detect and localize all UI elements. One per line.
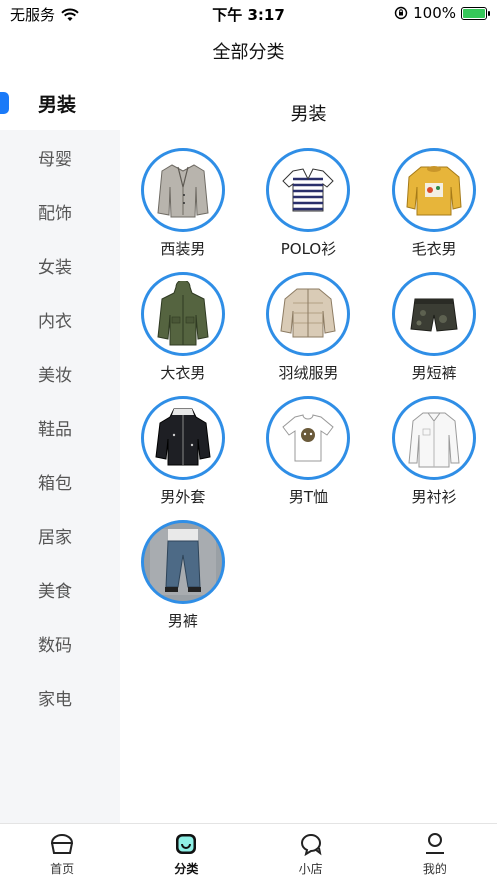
sidebar-item-label: 美食 — [38, 581, 72, 602]
category-sidebar: 男装 母婴 配饰 女装 内衣 美妆 鞋品 箱包 居家 美食 数码 家电 — [0, 76, 120, 823]
sidebar-item-label: 内衣 — [38, 311, 72, 332]
sidebar-item-shoes[interactable]: 鞋品 — [0, 400, 120, 454]
subcategory-outerwear[interactable]: 男外套 — [120, 396, 246, 508]
battery-percent: 100% — [413, 4, 456, 22]
category-icon — [176, 833, 197, 854]
sidebar-item-underwear[interactable]: 内衣 — [0, 292, 120, 346]
sidebar-item-womenswear[interactable]: 女装 — [0, 238, 120, 292]
thumbnail — [140, 272, 225, 356]
down-jacket-icon — [280, 288, 337, 338]
tab-label: 分类 — [174, 861, 199, 876]
subcategory-shirt[interactable]: 男衬衫 — [371, 396, 497, 508]
tab-bar: 首页 分类 小店 我的 — [0, 823, 497, 883]
sidebar-item-label: 男装 — [38, 93, 77, 116]
thumbnail — [392, 272, 477, 356]
subcategory-label: 羽绒服男 — [278, 364, 339, 382]
subcategory-label: 男衬衫 — [411, 488, 457, 506]
jacket-icon — [155, 408, 211, 466]
category-content: 男装 西装男 POLO衫 毛衣男 大衣男 羽绒服男 男短裤 男外套 男T恤 男衬… — [120, 76, 497, 823]
profile-icon — [425, 832, 444, 854]
subcategory-label: 男外套 — [160, 488, 206, 506]
subcategory-overcoat[interactable]: 大衣男 — [120, 272, 246, 384]
thumbnail — [266, 272, 351, 356]
shop-chat-icon — [300, 833, 322, 856]
subcategory-sweater[interactable]: 毛衣男 — [371, 148, 497, 260]
thumbnail — [392, 396, 477, 480]
sidebar-item-baby[interactable]: 母婴 — [0, 130, 120, 184]
subcategory-label: 毛衣男 — [411, 240, 457, 258]
sidebar-item-food[interactable]: 美食 — [0, 562, 120, 616]
jeans-icon — [149, 529, 216, 595]
sidebar-item-label: 数码 — [38, 635, 72, 656]
sidebar-item-digital[interactable]: 数码 — [0, 616, 120, 670]
tab-label: 首页 — [50, 861, 75, 876]
subcategory-label: 男T恤 — [288, 488, 329, 506]
subcategory-label: 男短裤 — [411, 364, 457, 382]
sidebar-item-home[interactable]: 居家 — [0, 508, 120, 562]
thumbnail — [140, 520, 225, 604]
nav-bar: 全部分类 — [0, 26, 497, 76]
sidebar-item-appliances[interactable]: 家电 — [0, 670, 120, 724]
subcategory-label: 大衣男 — [160, 364, 206, 382]
blazer-icon — [157, 164, 209, 218]
subcategory-down-jacket[interactable]: 羽绒服男 — [246, 272, 372, 384]
subcategory-blazer[interactable]: 西装男 — [120, 148, 246, 260]
sidebar-item-label: 箱包 — [38, 473, 72, 494]
orientation-lock-icon — [394, 6, 408, 20]
tab-home[interactable]: 首页 — [0, 824, 124, 883]
thumbnail — [140, 396, 225, 480]
sidebar-item-menswear[interactable]: 男装 — [0, 76, 120, 130]
polo-shirt-icon — [282, 168, 335, 212]
sidebar-item-accessories[interactable]: 配饰 — [0, 184, 120, 238]
section-title: 男装 — [290, 104, 327, 125]
status-bar: 无服务 下午 3:17 100% — [0, 0, 497, 26]
sidebar-item-bags[interactable]: 箱包 — [0, 454, 120, 508]
thumbnail — [266, 148, 351, 232]
subcategory-polo[interactable]: POLO衫 — [246, 148, 372, 260]
sidebar-item-label: 美妆 — [38, 365, 72, 386]
subcategory-grid: 西装男 POLO衫 毛衣男 大衣男 羽绒服男 男短裤 男外套 男T恤 男衬衫 男… — [120, 148, 497, 632]
subcategory-label: 西装男 — [160, 240, 206, 258]
subcategory-shorts[interactable]: 男短裤 — [371, 272, 497, 384]
subcategory-label: POLO衫 — [280, 240, 337, 258]
sweater-icon — [406, 166, 462, 216]
dress-shirt-icon — [408, 412, 460, 468]
shorts-icon — [410, 298, 458, 332]
home-icon — [51, 833, 74, 854]
thumbnail — [266, 396, 351, 480]
tab-label: 小店 — [298, 861, 323, 876]
subcategory-pants[interactable]: 男裤 — [120, 520, 246, 632]
coat-icon — [157, 281, 209, 346]
tab-label: 我的 — [422, 861, 447, 876]
thumbnail — [140, 148, 225, 232]
sidebar-item-label: 母婴 — [38, 149, 72, 170]
subcategory-tshirt[interactable]: 男T恤 — [246, 396, 372, 508]
tab-category[interactable]: 分类 — [124, 824, 248, 883]
sidebar-item-label: 女装 — [38, 257, 72, 278]
subcategory-label: 男裤 — [167, 612, 198, 630]
sidebar-item-label: 鞋品 — [38, 419, 72, 440]
sidebar-item-label: 居家 — [38, 527, 72, 548]
tab-shop[interactable]: 小店 — [249, 824, 373, 883]
tab-profile[interactable]: 我的 — [373, 824, 497, 883]
sidebar-item-label: 配饰 — [38, 203, 72, 224]
tshirt-icon — [282, 414, 335, 462]
page-title: 全部分类 — [212, 42, 285, 63]
thumbnail — [392, 148, 477, 232]
battery-icon — [461, 6, 490, 20]
sidebar-item-beauty[interactable]: 美妆 — [0, 346, 120, 400]
sidebar-item-label: 家电 — [38, 689, 72, 710]
